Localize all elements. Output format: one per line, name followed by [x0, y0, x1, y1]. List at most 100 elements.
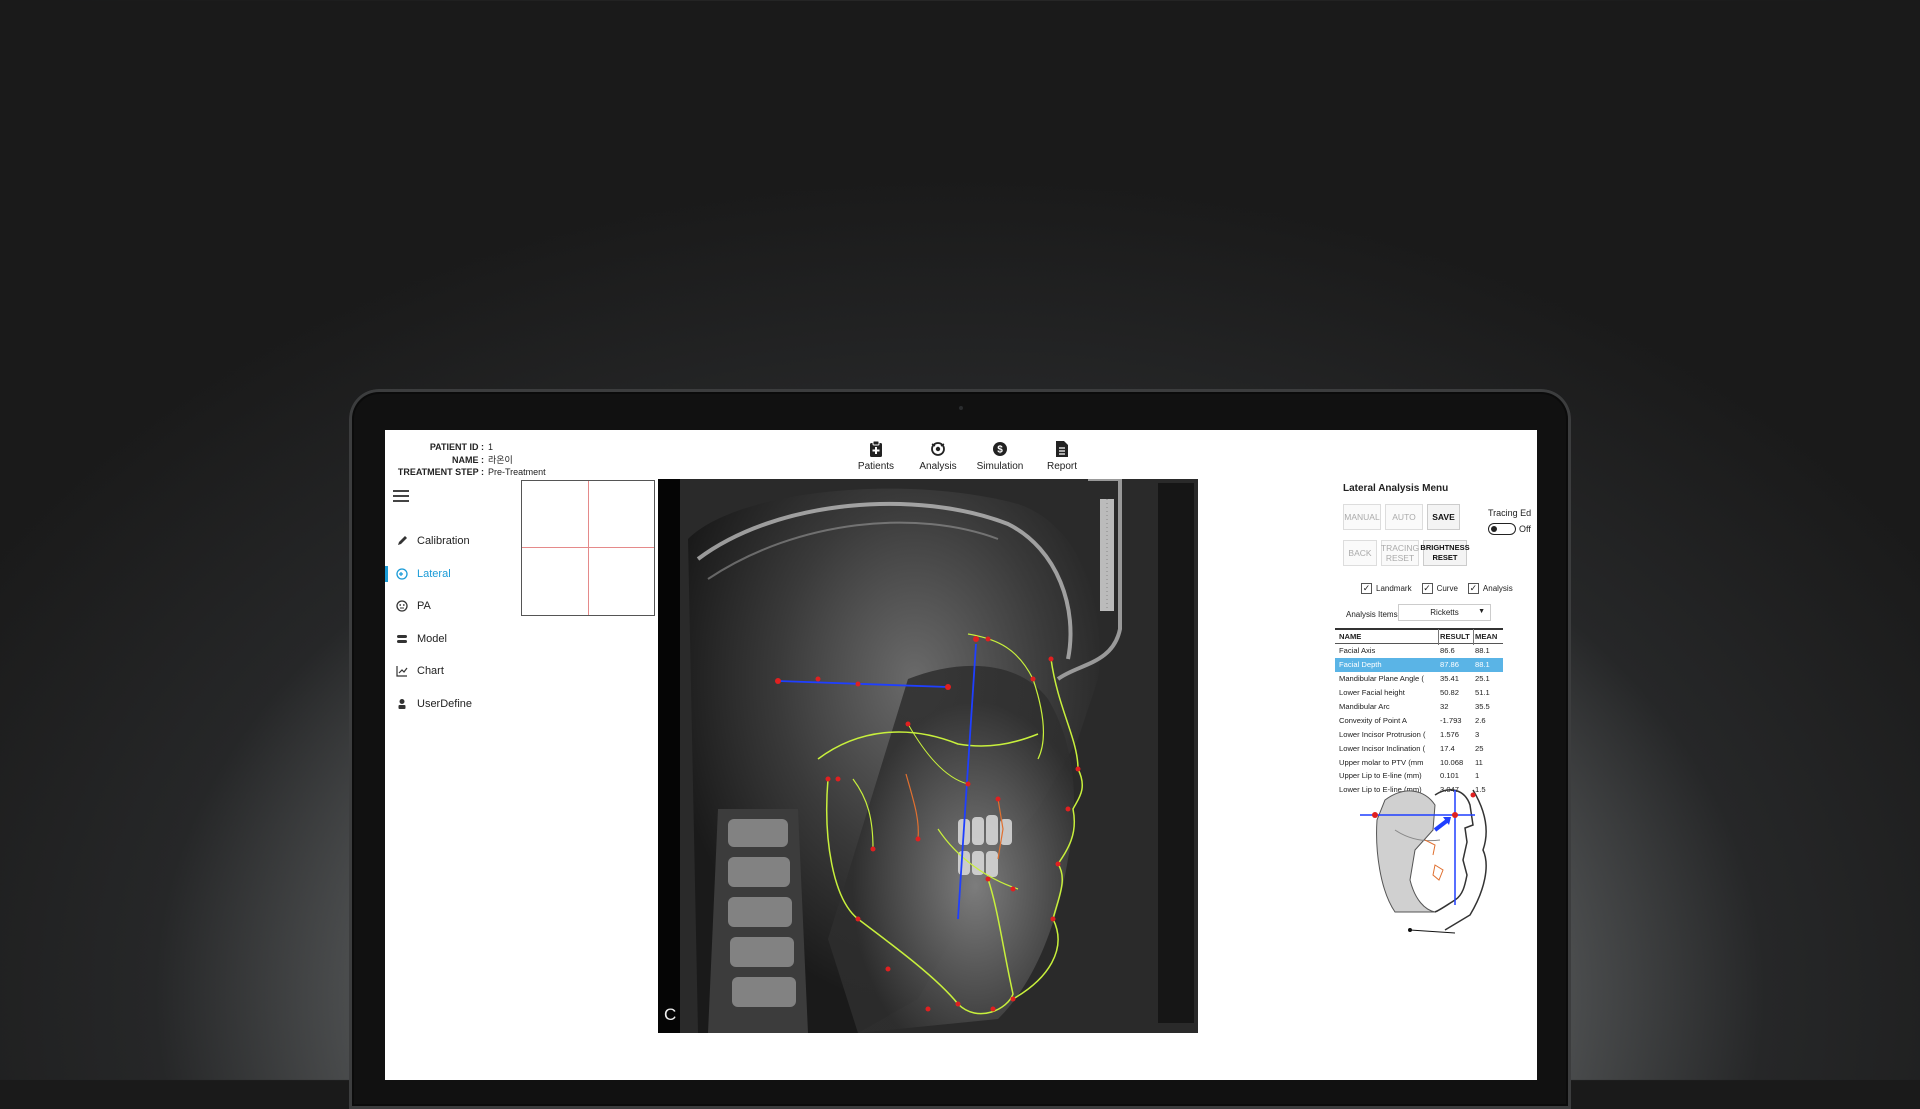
sidebar-item-label: UserDefine: [417, 697, 473, 710]
col-mean-header: MEAN: [1475, 632, 1498, 641]
document-icon: [1056, 441, 1068, 457]
analysis-items-label: Analysis Items: [1346, 610, 1398, 619]
panel-title: Lateral Analysis Menu: [1343, 483, 1449, 494]
cell-mean: 11: [1475, 757, 1483, 767]
cephalometric-xray-viewer[interactable]: C: [658, 479, 1198, 1033]
clipboard-plus-icon: [870, 440, 882, 457]
patient-name-label: NAME :: [452, 454, 484, 465]
webcam: [959, 406, 963, 410]
col-result-header: RESULT: [1440, 632, 1470, 641]
cell-name: Facial Axis: [1339, 646, 1376, 656]
analysis-items-select[interactable]: Ricketts ▼: [1398, 604, 1491, 621]
column-divider: [1438, 629, 1439, 645]
analysis-label: Analysis: [1482, 584, 1513, 593]
sidebar-item-userdefine[interactable]: UserDefine: [385, 688, 515, 721]
landmark-checkbox[interactable]: ✓ Landmark: [1361, 583, 1412, 594]
sidebar-item-chart[interactable]: Chart: [385, 655, 515, 688]
simulation-button[interactable]: $ Simulation: [969, 440, 1031, 472]
patient-id-value: 1: [488, 442, 494, 452]
hamburger-line: [393, 495, 409, 497]
menu-toggle-button[interactable]: [393, 490, 409, 505]
report-label: Report: [1046, 461, 1077, 472]
tracing-edit-state: Off: [1519, 524, 1531, 534]
cell-result: 17.4: [1440, 743, 1455, 753]
simulation-label: Simulation: [976, 461, 1024, 472]
sidebar-item-label: Lateral: [417, 567, 451, 580]
treatment-step-value: Pre-Treatment: [488, 467, 546, 477]
sidebar-item-model[interactable]: Model: [385, 623, 515, 656]
cell-result: 32: [1440, 702, 1449, 711]
table-header: NAME RESULT MEAN: [1335, 628, 1503, 644]
table-row[interactable]: Convexity of Point A -1.793 2.6: [1335, 713, 1503, 727]
analysis-label: Analysis: [919, 461, 957, 472]
tracing-edit-label: Tracing Ed: [1488, 508, 1532, 518]
sidebar-item-label: Model: [417, 632, 447, 645]
cell-mean: 25: [1475, 743, 1484, 753]
cell-result: 10.068: [1440, 757, 1464, 767]
table-row[interactable]: Facial Axis 86.6 88.1: [1335, 644, 1503, 658]
curve-checkbox[interactable]: ✓ Curve: [1421, 583, 1458, 594]
cell-mean: 35.5: [1475, 702, 1490, 711]
tracing-reset-button[interactable]: TRACING RESET: [1381, 540, 1419, 566]
cell-mean: 88.1: [1475, 646, 1490, 656]
layer-checkboxes: ✓ Landmark ✓ Curve ✓ Analysis: [1361, 583, 1513, 594]
hamburger-line: [393, 500, 409, 502]
sidebar-item-pa[interactable]: PA: [385, 590, 515, 623]
manual-button[interactable]: MANUAL: [1343, 504, 1381, 530]
col-name-header: NAME: [1339, 632, 1362, 641]
svg-text:$: $: [997, 445, 1003, 456]
table-row[interactable]: Mandibular Plane Angle (35.41 25.1: [1335, 672, 1503, 686]
landmark-label: Landmark: [1376, 584, 1412, 593]
patients-button[interactable]: Patients: [845, 440, 907, 472]
sidebar-item-calibration[interactable]: Calibration: [385, 525, 515, 558]
patient-id-label: PATIENT ID :: [429, 442, 484, 452]
xray-view-label: C: [664, 1005, 677, 1024]
cell-result: 87.86: [1440, 660, 1460, 670]
cell-mean: 3: [1475, 729, 1480, 739]
patient-name-value: 라온이: [488, 454, 513, 465]
check-icon: ✓: [1361, 583, 1372, 594]
user-icon: [395, 697, 409, 711]
sidebar-item-lateral[interactable]: Lateral: [385, 558, 515, 591]
xray-image: [680, 479, 1198, 1033]
sidebar-nav: Calibration Lateral PA Model Chart UserD…: [385, 525, 515, 720]
table-row[interactable]: Lower Facial height 50.82 51.1: [1335, 686, 1503, 700]
auto-button[interactable]: AUTO: [1385, 504, 1423, 530]
cell-name: Facial Depth: [1339, 660, 1382, 670]
zoom-preview: [521, 480, 655, 616]
analysis-panel: Lateral Analysis Menu MANUAL AUTO SAVE T…: [1335, 430, 1537, 1080]
table-row[interactable]: Lower Incisor Inclination ( 17.4 25: [1335, 741, 1503, 755]
table-row[interactable]: Mandibular Arc 32 35.5: [1335, 700, 1503, 714]
ricketts-diagram: [1360, 789, 1487, 934]
cell-name: Lower Incisor Inclination (: [1339, 743, 1426, 753]
table-row[interactable]: Lower Incisor Protrusion (1.576 3: [1335, 727, 1503, 741]
analysis-items-value: Ricketts: [1430, 608, 1459, 617]
cell-result: 35.41: [1440, 674, 1460, 684]
save-button[interactable]: SAVE: [1427, 504, 1460, 530]
check-icon: ✓: [1467, 583, 1479, 594]
pencil-icon: [395, 534, 409, 548]
analysis-button[interactable]: Analysis: [907, 440, 969, 472]
analysis-checkbox[interactable]: ✓ Analysis: [1467, 583, 1513, 594]
model-icon: [395, 632, 409, 646]
back-button[interactable]: BACK: [1343, 540, 1377, 566]
report-button[interactable]: Report: [1031, 440, 1093, 472]
dollar-circle-icon: $: [993, 442, 1007, 456]
cell-result: -1.793: [1440, 715, 1462, 725]
crosshair-vertical: [588, 481, 589, 615]
cell-name: Lower Facial height: [1339, 688, 1405, 698]
chart-icon: [395, 664, 409, 678]
brightness-reset-button[interactable]: BRIGHTNESS RESET: [1420, 540, 1470, 566]
cell-name: Mandibular Plane Angle (: [1339, 674, 1424, 684]
column-divider: [1473, 629, 1474, 645]
app-screen: PATIENT ID : 1 NAME : 라온이 TREATMENT STEP :…: [385, 430, 1537, 1080]
cell-mean: 88.1: [1475, 660, 1490, 670]
sidebar-item-label: Calibration: [417, 535, 470, 548]
table-row[interactable]: Upper molar to PTV (mm 10.068 11: [1335, 755, 1503, 769]
table-row[interactable]: Facial Depth 87.86 88.1: [1335, 657, 1503, 672]
pa-icon: [395, 599, 409, 613]
cell-mean: 2.6: [1475, 715, 1486, 725]
cell-name: Lower Incisor Protrusion (: [1339, 729, 1426, 739]
tracing-edit-toggle[interactable]: [1488, 523, 1516, 535]
dropdown-arrow-icon: ▼: [1478, 608, 1485, 615]
